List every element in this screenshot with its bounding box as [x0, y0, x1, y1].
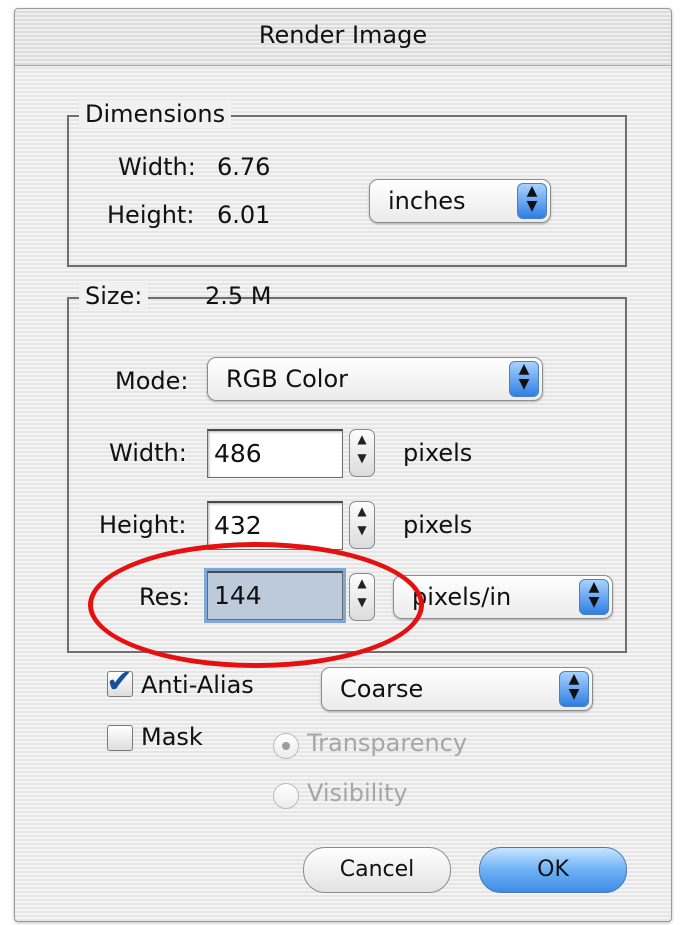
visibility-label: Visibility	[307, 779, 408, 807]
stepper-arrows-icon: ▲ ▼	[357, 504, 367, 537]
width-units: pixels	[403, 439, 473, 467]
up-down-arrows-icon: ▲ ▼	[517, 183, 547, 219]
width-field-value: 486	[214, 439, 262, 468]
anti-alias-quality-value: Coarse	[340, 675, 424, 703]
mode-label: Mode:	[115, 367, 189, 395]
height-label: Height:	[99, 511, 187, 539]
width-field[interactable]: 486	[207, 429, 343, 478]
up-down-arrows-icon: ▲ ▼	[509, 361, 539, 397]
radio-selected-dot	[282, 742, 290, 750]
dimensions-height-value: 6.01	[217, 201, 271, 229]
res-units-value: pixels/in	[412, 583, 512, 611]
transparency-label: Transparency	[307, 729, 468, 757]
cancel-button[interactable]: Cancel	[303, 847, 451, 893]
dimensions-units-popup[interactable]: inches ▲ ▼	[369, 179, 551, 223]
dimensions-units-value: inches	[388, 187, 466, 215]
res-units-popup[interactable]: pixels/in ▲ ▼	[393, 575, 613, 619]
transparency-radio[interactable]	[273, 733, 299, 759]
width-stepper[interactable]: ▲ ▼	[349, 429, 375, 477]
height-stepper[interactable]: ▲ ▼	[349, 501, 375, 549]
highlight-ellipse	[88, 542, 424, 668]
visibility-radio[interactable]	[273, 783, 299, 809]
anti-alias-label[interactable]: Anti-Alias	[141, 671, 254, 699]
checkmark-icon: ✔	[106, 662, 133, 700]
stepper-arrows-icon: ▲ ▼	[357, 432, 367, 465]
render-image-dialog: Render Image Dimensions Width: 6.76 Heig…	[14, 8, 672, 922]
up-down-arrows-icon: ▲ ▼	[559, 671, 589, 707]
title-bar[interactable]: Render Image	[15, 9, 671, 66]
ok-button[interactable]: OK	[479, 847, 627, 893]
width-label: Width:	[109, 439, 187, 467]
anti-alias-checkbox[interactable]: ✔	[106, 662, 133, 700]
mask-checkbox[interactable]	[107, 725, 133, 751]
window-title: Render Image	[258, 21, 428, 49]
mask-label[interactable]: Mask	[141, 723, 203, 751]
up-down-arrows-icon: ▲ ▼	[579, 579, 609, 615]
size-legend: Size:	[79, 282, 149, 310]
mode-popup[interactable]: RGB Color ▲ ▼	[207, 357, 543, 401]
dimensions-width-value: 6.76	[217, 153, 271, 181]
mode-value: RGB Color	[226, 365, 349, 393]
height-units: pixels	[403, 511, 473, 539]
height-field-value: 432	[214, 511, 262, 540]
size-value: 2.5 M	[205, 282, 272, 310]
anti-alias-quality-popup[interactable]: Coarse ▲ ▼	[321, 667, 593, 711]
dimensions-height-label: Height:	[107, 201, 195, 229]
dimensions-legend: Dimensions	[79, 100, 232, 128]
dimensions-width-label: Width:	[118, 153, 196, 181]
